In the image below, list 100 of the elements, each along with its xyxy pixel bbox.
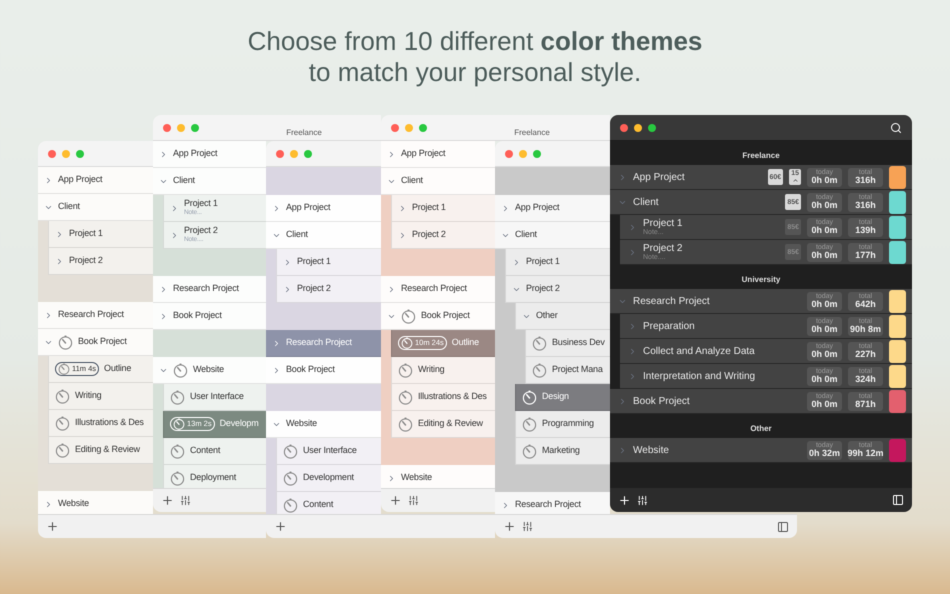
search-button[interactable] — [890, 122, 902, 134]
chevron-icon[interactable] — [44, 500, 53, 508]
headline-line: to match your personal style. — [308, 57, 642, 88]
chevron-icon[interactable] — [170, 230, 179, 240]
list-row[interactable]: Business Dev — [525, 330, 610, 357]
chevron-icon[interactable] — [398, 204, 407, 212]
list-row[interactable]: Project 2 — [276, 276, 381, 303]
stopwatch-icon — [173, 362, 188, 378]
list-row[interactable]: App Project — [266, 195, 381, 222]
list-row[interactable]: Book Project — [381, 303, 495, 330]
list-row[interactable]: App Project — [38, 167, 153, 194]
filter-button[interactable] — [408, 495, 419, 506]
list-row[interactable]: Project 1 — [48, 221, 153, 248]
list-row[interactable]: Illustrations & Des — [391, 384, 495, 411]
list-row[interactable]: App Project — [153, 141, 266, 168]
chevron-icon[interactable] — [387, 150, 396, 158]
chevron-icon[interactable] — [628, 248, 637, 256]
section-header: Other — [750, 423, 772, 435]
list-row[interactable]: Project 1 — [276, 249, 381, 276]
filter-button[interactable] — [180, 495, 191, 506]
close-button[interactable] — [163, 124, 171, 132]
chevron-icon[interactable] — [159, 150, 168, 158]
filter-button[interactable] — [522, 521, 533, 532]
list-row[interactable]: Website — [38, 491, 153, 514]
list-row[interactable]: Marketing — [515, 438, 610, 465]
list-row[interactable]: Research Project — [381, 276, 495, 303]
chevron-icon[interactable] — [272, 366, 281, 374]
list-row[interactable]: Book Project — [153, 303, 266, 330]
add-button[interactable] — [46, 520, 59, 533]
chevron-icon[interactable] — [159, 312, 168, 320]
list-row[interactable]: Website — [381, 465, 495, 488]
close-button[interactable] — [620, 124, 628, 132]
list-row[interactable]: Research Project — [153, 276, 266, 303]
chevron-icon[interactable] — [387, 474, 396, 482]
close-button[interactable] — [505, 150, 513, 158]
list-row[interactable]: App Project — [495, 195, 610, 222]
stopwatch-icon — [55, 388, 70, 404]
list-row[interactable]: Project 1 — [391, 195, 495, 222]
list-row[interactable]: Client — [153, 168, 266, 195]
minimize-button[interactable] — [634, 124, 642, 132]
add-button[interactable] — [618, 494, 631, 506]
close-button[interactable] — [276, 150, 284, 158]
list-row[interactable]: Research Project — [495, 492, 610, 514]
sidebar-toggle-button[interactable] — [777, 520, 789, 532]
list-row[interactable]: App Project — [381, 141, 495, 168]
chevron-icon[interactable] — [283, 284, 292, 294]
chevron-icon[interactable] — [55, 256, 64, 266]
add-button[interactable] — [274, 520, 287, 533]
list-row[interactable]: Illustrations & Des — [48, 410, 153, 437]
list-row[interactable]: Editing & Review — [391, 411, 495, 438]
add-button[interactable] — [389, 494, 402, 507]
chevron-icon[interactable] — [170, 204, 179, 212]
list-row[interactable]: Client — [38, 194, 153, 221]
list-row[interactable]: Book Project — [266, 357, 381, 384]
chevron-icon[interactable] — [159, 284, 168, 294]
list-row[interactable]: Project Mana — [525, 357, 610, 384]
list-row[interactable]: Deployment — [163, 465, 266, 488]
list-row[interactable]: Website — [266, 411, 381, 438]
close-button[interactable] — [391, 124, 399, 132]
chevron-icon[interactable] — [501, 500, 510, 510]
stopwatch-icon — [170, 390, 185, 404]
close-button[interactable] — [48, 150, 56, 158]
add-button[interactable] — [161, 494, 174, 507]
section-header: University — [742, 274, 780, 286]
chevron-icon[interactable] — [398, 230, 407, 240]
chevron-icon[interactable] — [512, 258, 521, 266]
list-row[interactable]: Editing & Review — [48, 437, 153, 464]
list-row[interactable]: User Interface — [163, 384, 266, 411]
add-button[interactable] — [503, 520, 516, 533]
chevron-icon[interactable] — [387, 284, 396, 294]
list-row[interactable]: Book Project — [38, 329, 153, 356]
list-row[interactable]: Writing — [391, 357, 495, 384]
list-row[interactable]: Research Project — [38, 302, 153, 329]
list-row[interactable]: Client — [495, 222, 610, 249]
list-row[interactable]: Client — [266, 222, 381, 249]
chevron-icon[interactable] — [272, 204, 281, 212]
list-row[interactable]: Project 2 — [391, 222, 495, 249]
list-row[interactable]: User Interface — [276, 438, 381, 465]
list-row[interactable]: Programming — [515, 411, 610, 438]
list-row[interactable]: Content — [163, 438, 266, 465]
list-row[interactable]: Content — [276, 492, 381, 514]
stopwatch-icon — [283, 444, 298, 458]
filter-button[interactable] — [637, 494, 648, 506]
chevron-icon[interactable] — [44, 176, 53, 184]
list-row[interactable]: Project 2 — [48, 248, 153, 275]
chevron-icon[interactable] — [501, 204, 510, 212]
list-row[interactable]: Project 1 — [505, 249, 610, 276]
chevron-icon[interactable] — [272, 338, 281, 348]
stopwatch-icon — [522, 416, 537, 432]
list-row[interactable]: Client — [381, 168, 495, 195]
list-row[interactable]: Project 2 — [505, 276, 610, 303]
list-row[interactable]: Development — [276, 465, 381, 492]
chevron-icon[interactable] — [55, 230, 64, 238]
list-row[interactable]: Writing — [48, 383, 153, 410]
list-row[interactable]: Other — [515, 303, 610, 330]
list-row[interactable]: Website — [153, 357, 266, 384]
list-row[interactable]: Design — [515, 384, 610, 411]
zoom-button[interactable] — [648, 124, 656, 132]
chevron-icon[interactable] — [44, 310, 53, 320]
chevron-icon[interactable] — [283, 258, 292, 266]
